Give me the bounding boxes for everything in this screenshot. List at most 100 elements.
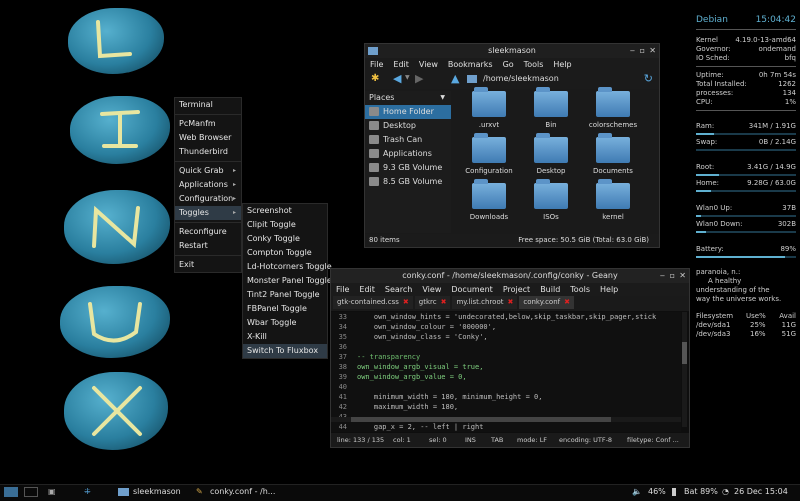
forward-arrow-icon[interactable]: ▶ xyxy=(415,72,423,85)
places-item[interactable]: Applications xyxy=(365,147,451,161)
menubar-item[interactable]: Build xyxy=(535,285,565,294)
close-tab-icon[interactable]: ✖ xyxy=(564,298,570,306)
folder-item[interactable]: Downloads xyxy=(461,179,517,221)
close-tab-icon[interactable]: ✖ xyxy=(507,298,513,306)
places-item[interactable]: Home Folder xyxy=(365,105,451,119)
back-arrow-icon[interactable]: ◀ xyxy=(393,72,401,85)
editor-tab[interactable]: gtk-contained.css ✖ xyxy=(333,296,413,309)
close-button[interactable]: ✕ xyxy=(679,269,686,283)
taskbar-item-editor[interactable]: conky.conf - /h... xyxy=(210,484,275,500)
show-desktop-icon[interactable]: ▣ xyxy=(48,484,56,500)
maximize-button[interactable]: ▫ xyxy=(640,44,645,58)
submenu-item[interactable]: Screenshot xyxy=(243,204,327,218)
file-manager-titlebar[interactable]: sleekmason ‒ ▫ ✕ xyxy=(365,44,659,58)
line-number: 39 xyxy=(338,373,347,381)
item-count: 80 items xyxy=(369,236,400,244)
menubar-item[interactable]: File xyxy=(365,60,388,69)
places-item[interactable]: 9.3 GB Volume xyxy=(365,161,451,175)
submenu-item[interactable]: Conky Toggle xyxy=(243,232,327,246)
menubar-item[interactable]: Tools xyxy=(565,285,595,294)
minimize-button[interactable]: ‒ xyxy=(630,44,635,58)
folder-item[interactable]: colorschemes xyxy=(585,87,641,129)
submenu-item[interactable]: X-Kill xyxy=(243,330,327,344)
menu-item[interactable]: Reconfigure xyxy=(175,225,241,239)
folder-item[interactable]: Bin xyxy=(523,87,579,129)
path-field[interactable]: /home/sleekmason xyxy=(483,74,559,83)
menubar-item[interactable]: Edit xyxy=(354,285,380,294)
workspace-button[interactable] xyxy=(24,487,38,497)
menubar-item[interactable]: Tools xyxy=(519,60,549,69)
code-area[interactable]: 33 own_window_hints = 'undecorated,below… xyxy=(331,312,681,432)
folder-item[interactable]: Documents xyxy=(585,133,641,175)
menu-item[interactable]: Web Browser xyxy=(175,131,241,145)
menubar-item[interactable]: Bookmarks xyxy=(443,60,498,69)
close-button[interactable]: ✕ xyxy=(649,44,656,58)
menubar-item[interactable]: Document xyxy=(446,285,497,294)
places-item[interactable]: 8.5 GB Volume xyxy=(365,175,451,189)
submenu-item[interactable]: Switch To Fluxbox xyxy=(243,344,327,358)
menu-item[interactable]: PcManfm xyxy=(175,117,241,131)
menu-item[interactable]: Applications ▸ xyxy=(175,178,241,192)
menu-item[interactable]: Restart xyxy=(175,239,241,253)
menu-item[interactable]: Toggles ▸ xyxy=(175,206,241,220)
submenu-item[interactable]: FBPanel Toggle xyxy=(243,302,327,316)
menu-item[interactable]: Thunderbird xyxy=(175,145,241,159)
folder-item[interactable]: ISOs xyxy=(523,179,579,221)
submenu-arrow-icon: ▸ xyxy=(232,181,236,188)
menu-item[interactable]: Quick Grab ▸ xyxy=(175,164,241,178)
history-dropdown-icon[interactable]: ▼ xyxy=(405,74,410,81)
home-icon[interactable] xyxy=(467,75,477,83)
submenu-item[interactable]: Monster Panel Toggle xyxy=(243,274,332,288)
menubar-item[interactable]: Search xyxy=(380,285,417,294)
submenu-item[interactable]: Clipit Toggle xyxy=(243,218,327,232)
refresh-icon[interactable]: ↻ xyxy=(644,72,653,85)
places-item[interactable]: Trash Can xyxy=(365,133,451,147)
submenu-item[interactable]: Compton Toggle xyxy=(243,246,327,260)
battery-bar xyxy=(696,256,796,258)
clock-icon: ◔ xyxy=(722,487,729,496)
menu-item[interactable]: Exit xyxy=(175,258,241,272)
close-tab-icon[interactable]: ✖ xyxy=(403,298,409,306)
folder-item[interactable]: kernel xyxy=(585,179,641,221)
menubar-item[interactable]: Project xyxy=(498,285,535,294)
editor-titlebar[interactable]: conky.conf - /home/sleekmason/.config/co… xyxy=(331,269,689,283)
menubar-item[interactable]: View xyxy=(417,285,446,294)
editor-tab[interactable]: my.list.chroot ✖ xyxy=(452,296,518,309)
up-arrow-icon[interactable]: ▲ xyxy=(451,72,459,85)
menu-item[interactable]: Configuration ▸ xyxy=(175,192,241,206)
folder-item[interactable]: .urxvt xyxy=(461,87,517,129)
editor-tab[interactable]: conky.conf ✖ xyxy=(519,296,574,309)
places-item[interactable]: Desktop xyxy=(365,119,451,133)
menubar-item[interactable]: Help xyxy=(595,285,623,294)
chevron-down-icon[interactable]: ▼ xyxy=(440,91,445,105)
menubar-item[interactable]: View xyxy=(414,60,443,69)
submenu-item[interactable]: Tint2 Panel Toggle xyxy=(243,288,327,302)
stone-letter-u xyxy=(60,286,170,358)
horizontal-scrollbar[interactable] xyxy=(331,417,681,422)
code-line: 38 own_window_argb_visual = true, xyxy=(331,362,681,372)
clock[interactable]: 26 Dec 15:04 xyxy=(734,484,788,500)
new-tab-icon[interactable]: ✱ xyxy=(371,73,379,84)
menubar-item[interactable]: Help xyxy=(548,60,576,69)
folder-item[interactable]: Configuration xyxy=(461,133,517,175)
line-number: 40 xyxy=(338,383,347,391)
volume-icon[interactable]: 🔈 xyxy=(632,484,642,500)
taskbar-item-file-manager[interactable]: sleekmason xyxy=(133,484,181,500)
maximize-button[interactable]: ▫ xyxy=(670,269,675,283)
menu-item[interactable]: Terminal xyxy=(175,98,241,112)
vertical-scrollbar[interactable] xyxy=(682,312,687,427)
menubar-item[interactable]: Edit xyxy=(388,60,414,69)
menubar-item[interactable]: File xyxy=(331,285,354,294)
line-number: 35 xyxy=(338,333,347,341)
submenu-item[interactable]: Ld-Hotcorners Toggle xyxy=(243,260,332,274)
folder-item[interactable]: Desktop xyxy=(523,133,579,175)
editor-tab[interactable]: gtkrc ✖ xyxy=(414,296,451,309)
volume-level: 46% xyxy=(648,487,666,496)
close-tab-icon[interactable]: ✖ xyxy=(441,298,447,306)
minimize-button[interactable]: ‒ xyxy=(660,269,665,283)
apps-grid-icon[interactable]: ⁜ xyxy=(84,484,91,500)
submenu-item[interactable]: Wbar Toggle xyxy=(243,316,327,330)
desktop-root-menu: Terminal PcManfm Web Browser Thunderbird Qui… xyxy=(174,97,242,273)
workspace-button[interactable] xyxy=(4,487,18,497)
menubar-item[interactable]: Go xyxy=(498,60,519,69)
